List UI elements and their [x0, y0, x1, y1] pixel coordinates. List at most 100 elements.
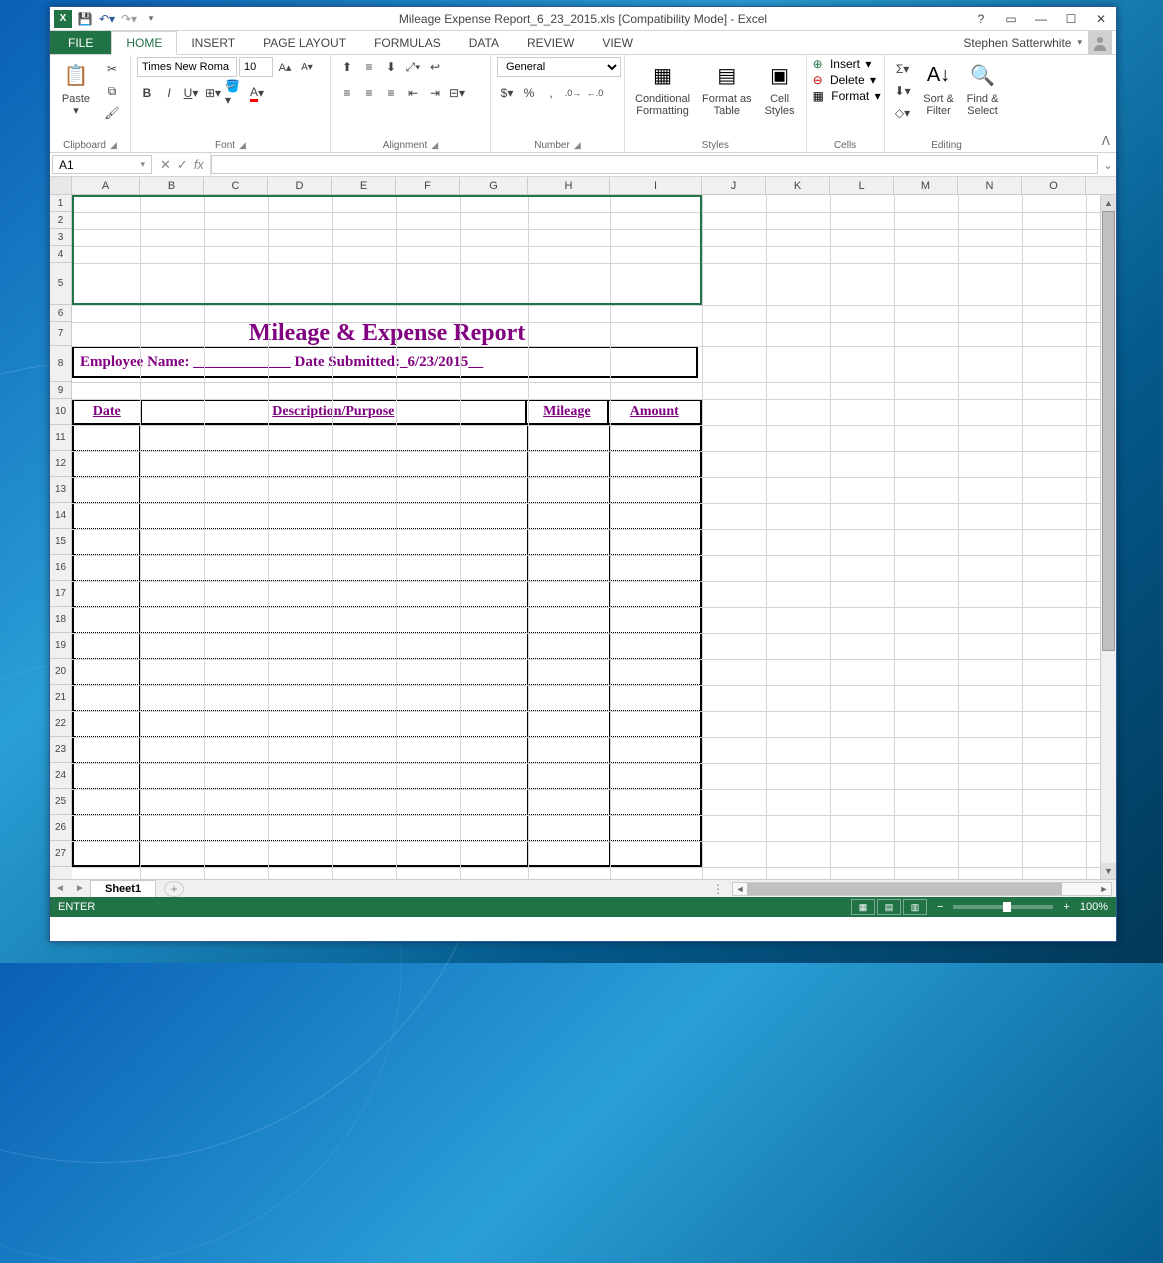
- row-header-20[interactable]: 20: [50, 659, 72, 685]
- find-select-button[interactable]: 🔍Find & Select: [963, 57, 1003, 119]
- row-header-18[interactable]: 18: [50, 607, 72, 633]
- zoom-in-icon[interactable]: +: [1063, 901, 1069, 913]
- decrease-indent-icon[interactable]: ⇤: [403, 83, 423, 103]
- undo-icon[interactable]: ↶▾: [98, 10, 116, 28]
- row-header-21[interactable]: 21: [50, 685, 72, 711]
- currency-icon[interactable]: $▾: [497, 83, 517, 103]
- row-header-26[interactable]: 26: [50, 815, 72, 841]
- decrease-decimal-icon[interactable]: ←.0: [585, 83, 605, 103]
- font-launcher-icon[interactable]: ◢: [239, 140, 246, 151]
- row-header-1[interactable]: 1: [50, 195, 72, 212]
- add-sheet-icon[interactable]: +: [164, 881, 184, 897]
- sheet-nav-prev-icon[interactable]: ◄: [50, 883, 70, 894]
- fx-icon[interactable]: fx: [194, 157, 204, 172]
- format-button[interactable]: ▦ Format ▾: [813, 89, 878, 103]
- tab-formulas[interactable]: FORMULAS: [360, 31, 455, 54]
- align-middle-icon[interactable]: ≡: [359, 57, 379, 77]
- align-top-icon[interactable]: ⬆: [337, 57, 357, 77]
- scroll-down-icon[interactable]: ▼: [1101, 863, 1116, 879]
- col-header-I[interactable]: I: [610, 177, 702, 194]
- user-name[interactable]: Stephen Satterwhite: [963, 36, 1071, 50]
- bold-button[interactable]: B: [137, 83, 157, 103]
- col-header-F[interactable]: F: [396, 177, 460, 194]
- tab-data[interactable]: DATA: [455, 31, 513, 54]
- row-header-19[interactable]: 19: [50, 633, 72, 659]
- redo-icon[interactable]: ↷▾: [120, 10, 138, 28]
- save-icon[interactable]: 💾: [76, 10, 94, 28]
- col-header-G[interactable]: G: [460, 177, 528, 194]
- col-header-D[interactable]: D: [268, 177, 332, 194]
- row-header-23[interactable]: 23: [50, 737, 72, 763]
- help-icon[interactable]: ?: [966, 8, 996, 30]
- row-header-7[interactable]: 7: [50, 322, 72, 346]
- expand-formula-icon[interactable]: ⌄: [1100, 153, 1116, 176]
- align-bottom-icon[interactable]: ⬇: [381, 57, 401, 77]
- col-header-A[interactable]: A: [72, 177, 140, 194]
- align-left-icon[interactable]: ≡: [337, 83, 357, 103]
- user-dropdown-icon[interactable]: ▾: [1077, 37, 1082, 48]
- scroll-left-icon[interactable]: ◄: [733, 884, 747, 894]
- copy-icon[interactable]: ⧉: [102, 81, 122, 101]
- number-format-select[interactable]: General: [497, 57, 621, 77]
- conditional-formatting-button[interactable]: ▦Conditional Formatting: [631, 57, 694, 119]
- collapse-ribbon-icon[interactable]: ᐱ: [1102, 134, 1110, 148]
- cell-styles-button[interactable]: ▣Cell Styles: [760, 57, 800, 119]
- align-right-icon[interactable]: ≡: [381, 83, 401, 103]
- percent-icon[interactable]: %: [519, 83, 539, 103]
- tab-split-icon[interactable]: ⋮: [712, 882, 724, 896]
- zoom-level[interactable]: 100%: [1080, 901, 1108, 913]
- select-all-corner[interactable]: [50, 177, 72, 194]
- tab-insert[interactable]: INSERT: [177, 31, 249, 54]
- italic-button[interactable]: I: [159, 83, 179, 103]
- clear-icon[interactable]: ◇▾: [893, 103, 913, 123]
- clipboard-launcher-icon[interactable]: ◢: [110, 140, 117, 151]
- delete-button[interactable]: ⊖ Delete ▾: [813, 73, 878, 87]
- col-header-L[interactable]: L: [830, 177, 894, 194]
- row-header-10[interactable]: 10: [50, 399, 72, 425]
- row-header-5[interactable]: 5: [50, 263, 72, 305]
- increase-decimal-icon[interactable]: .0→: [563, 83, 583, 103]
- col-header-C[interactable]: C: [204, 177, 268, 194]
- font-color-icon[interactable]: A▾: [247, 83, 267, 103]
- orientation-icon[interactable]: ⤢▾: [403, 57, 423, 77]
- col-header-O[interactable]: O: [1022, 177, 1086, 194]
- alignment-launcher-icon[interactable]: ◢: [431, 140, 438, 151]
- row-header-6[interactable]: 6: [50, 305, 72, 322]
- tab-file[interactable]: FILE: [50, 31, 111, 54]
- horizontal-scrollbar[interactable]: ◄ ►: [732, 882, 1112, 896]
- col-header-K[interactable]: K: [766, 177, 830, 194]
- row-header-3[interactable]: 3: [50, 229, 72, 246]
- col-header-M[interactable]: M: [894, 177, 958, 194]
- sort-filter-button[interactable]: A↓Sort & Filter: [919, 57, 959, 119]
- spreadsheet-grid[interactable]: ABCDEFGHIJKLMNO 123456789101112131415161…: [50, 177, 1116, 879]
- qat-customize-icon[interactable]: ▾: [142, 10, 160, 28]
- normal-view-icon[interactable]: ▦: [851, 899, 875, 915]
- tab-view[interactable]: VIEW: [588, 31, 647, 54]
- merge-icon[interactable]: ⊟▾: [447, 83, 467, 103]
- font-name-select[interactable]: [137, 57, 237, 77]
- font-size-select[interactable]: [239, 57, 273, 77]
- row-header-8[interactable]: 8: [50, 346, 72, 382]
- col-header-E[interactable]: E: [332, 177, 396, 194]
- row-header-11[interactable]: 11: [50, 425, 72, 451]
- border-icon[interactable]: ⊞▾: [203, 83, 223, 103]
- tab-page-layout[interactable]: PAGE LAYOUT: [249, 31, 360, 54]
- increase-indent-icon[interactable]: ⇥: [425, 83, 445, 103]
- align-center-icon[interactable]: ≡: [359, 83, 379, 103]
- row-header-22[interactable]: 22: [50, 711, 72, 737]
- row-header-27[interactable]: 27: [50, 841, 72, 867]
- zoom-out-icon[interactable]: −: [937, 901, 943, 913]
- row-header-13[interactable]: 13: [50, 477, 72, 503]
- maximize-icon[interactable]: ☐: [1056, 8, 1086, 30]
- wrap-text-icon[interactable]: ↩: [425, 57, 445, 77]
- page-break-view-icon[interactable]: ▥: [903, 899, 927, 915]
- col-header-J[interactable]: J: [702, 177, 766, 194]
- row-header-25[interactable]: 25: [50, 789, 72, 815]
- col-header-H[interactable]: H: [528, 177, 610, 194]
- underline-button[interactable]: U▾: [181, 83, 201, 103]
- close-icon[interactable]: ✕: [1086, 8, 1116, 30]
- row-header-16[interactable]: 16: [50, 555, 72, 581]
- scroll-thumb-horizontal[interactable]: [747, 883, 1062, 895]
- cut-icon[interactable]: ✂: [102, 59, 122, 79]
- sheet-nav-next-icon[interactable]: ►: [70, 883, 90, 894]
